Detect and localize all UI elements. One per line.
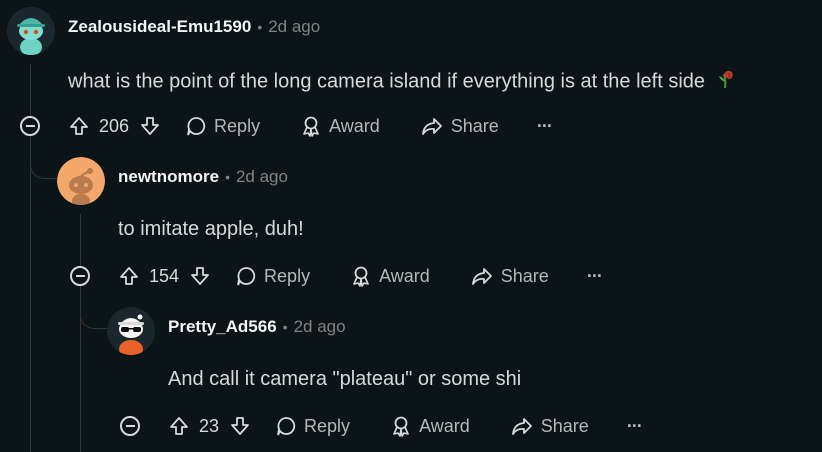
author-link[interactable]: newtnomore [118,167,219,187]
comment-body: And call it camera "plateau" or some shi [168,368,522,390]
meta-separator: • [257,19,263,35]
reply-label: Reply [264,265,311,286]
comment-body: to imitate apple, duh! [118,218,304,240]
collapse-button[interactable] [70,266,90,286]
more-options-button[interactable]: ··· [537,116,553,137]
reply-button[interactable]: Reply [275,415,350,437]
award-icon [393,416,409,437]
upvote-icon[interactable] [118,265,140,287]
comment-actions: 154 Reply Award Share ··· [118,260,603,292]
timestamp[interactable]: 2d ago [294,317,346,337]
reply-bubble-icon [187,117,206,136]
award-label: Award [379,265,430,286]
share-label: Share [450,115,499,136]
comment-meta: newtnomore • 2d ago [118,167,288,187]
comment-body: what is the point of the long camera isl… [68,68,737,96]
default-avatar-icon [57,157,105,205]
collapse-button[interactable] [20,116,40,136]
share-arrow-icon [471,268,492,285]
avatar[interactable] [57,157,105,205]
reply-button[interactable]: Reply [185,115,260,137]
share-arrow-icon [511,418,532,435]
author-link[interactable]: Zealousideal-Emu1590 [68,17,251,37]
share-button[interactable]: Share [420,115,499,137]
timestamp[interactable]: 2d ago [236,167,288,187]
collapse-button[interactable] [120,416,140,436]
wilted-rose-emoji [717,68,737,96]
vote-score: 154 [149,265,180,286]
downvote-icon[interactable] [139,115,161,137]
thread-elbow-level-3 [80,290,107,329]
timestamp[interactable]: 2d ago [268,17,320,37]
reply-bubble-icon [237,267,256,286]
reply-label: Reply [304,415,351,436]
comment-actions: 23 Reply Award Share ··· [168,410,643,442]
snoo-sunglasses-avatar-icon [107,307,155,355]
author-link[interactable]: Pretty_Ad566 [168,317,277,337]
avatar[interactable] [7,7,55,55]
avatar[interactable] [107,307,155,355]
downvote-icon[interactable] [189,265,211,287]
vote-score: 23 [199,415,220,436]
reply-button[interactable]: Reply [235,265,310,287]
more-options-button[interactable]: ··· [587,266,603,287]
share-button[interactable]: Share [470,265,549,287]
award-button[interactable]: Award [350,265,430,287]
snoo-avatar-icon [7,7,55,55]
reply-label: Reply [214,115,261,136]
comment-actions: 206 Reply Award Share ··· [68,110,553,142]
comment-meta: Zealousideal-Emu1590 • 2d ago [68,17,320,37]
downvote-icon[interactable] [229,415,251,437]
share-label: Share [500,265,549,286]
upvote-icon[interactable] [168,415,190,437]
comment-text: what is the point of the long camera isl… [68,70,706,93]
share-arrow-icon [421,118,442,135]
more-options-button[interactable]: ··· [627,416,643,437]
thread-elbow-level-2 [30,140,57,179]
award-label: Award [419,415,470,436]
award-button[interactable]: Award [300,115,380,137]
meta-separator: • [225,169,230,185]
vote-score: 206 [99,115,130,136]
reply-bubble-icon [277,417,296,436]
meta-separator: • [282,319,288,335]
share-label: Share [540,415,589,436]
share-button[interactable]: Share [510,415,589,437]
award-button[interactable]: Award [390,415,470,437]
thread-line-level-2[interactable] [80,214,81,452]
comment-meta: Pretty_Ad566 • 2d ago [168,317,346,337]
award-label: Award [329,115,380,136]
award-icon [303,116,319,137]
upvote-icon[interactable] [68,115,90,137]
award-icon [353,266,369,287]
